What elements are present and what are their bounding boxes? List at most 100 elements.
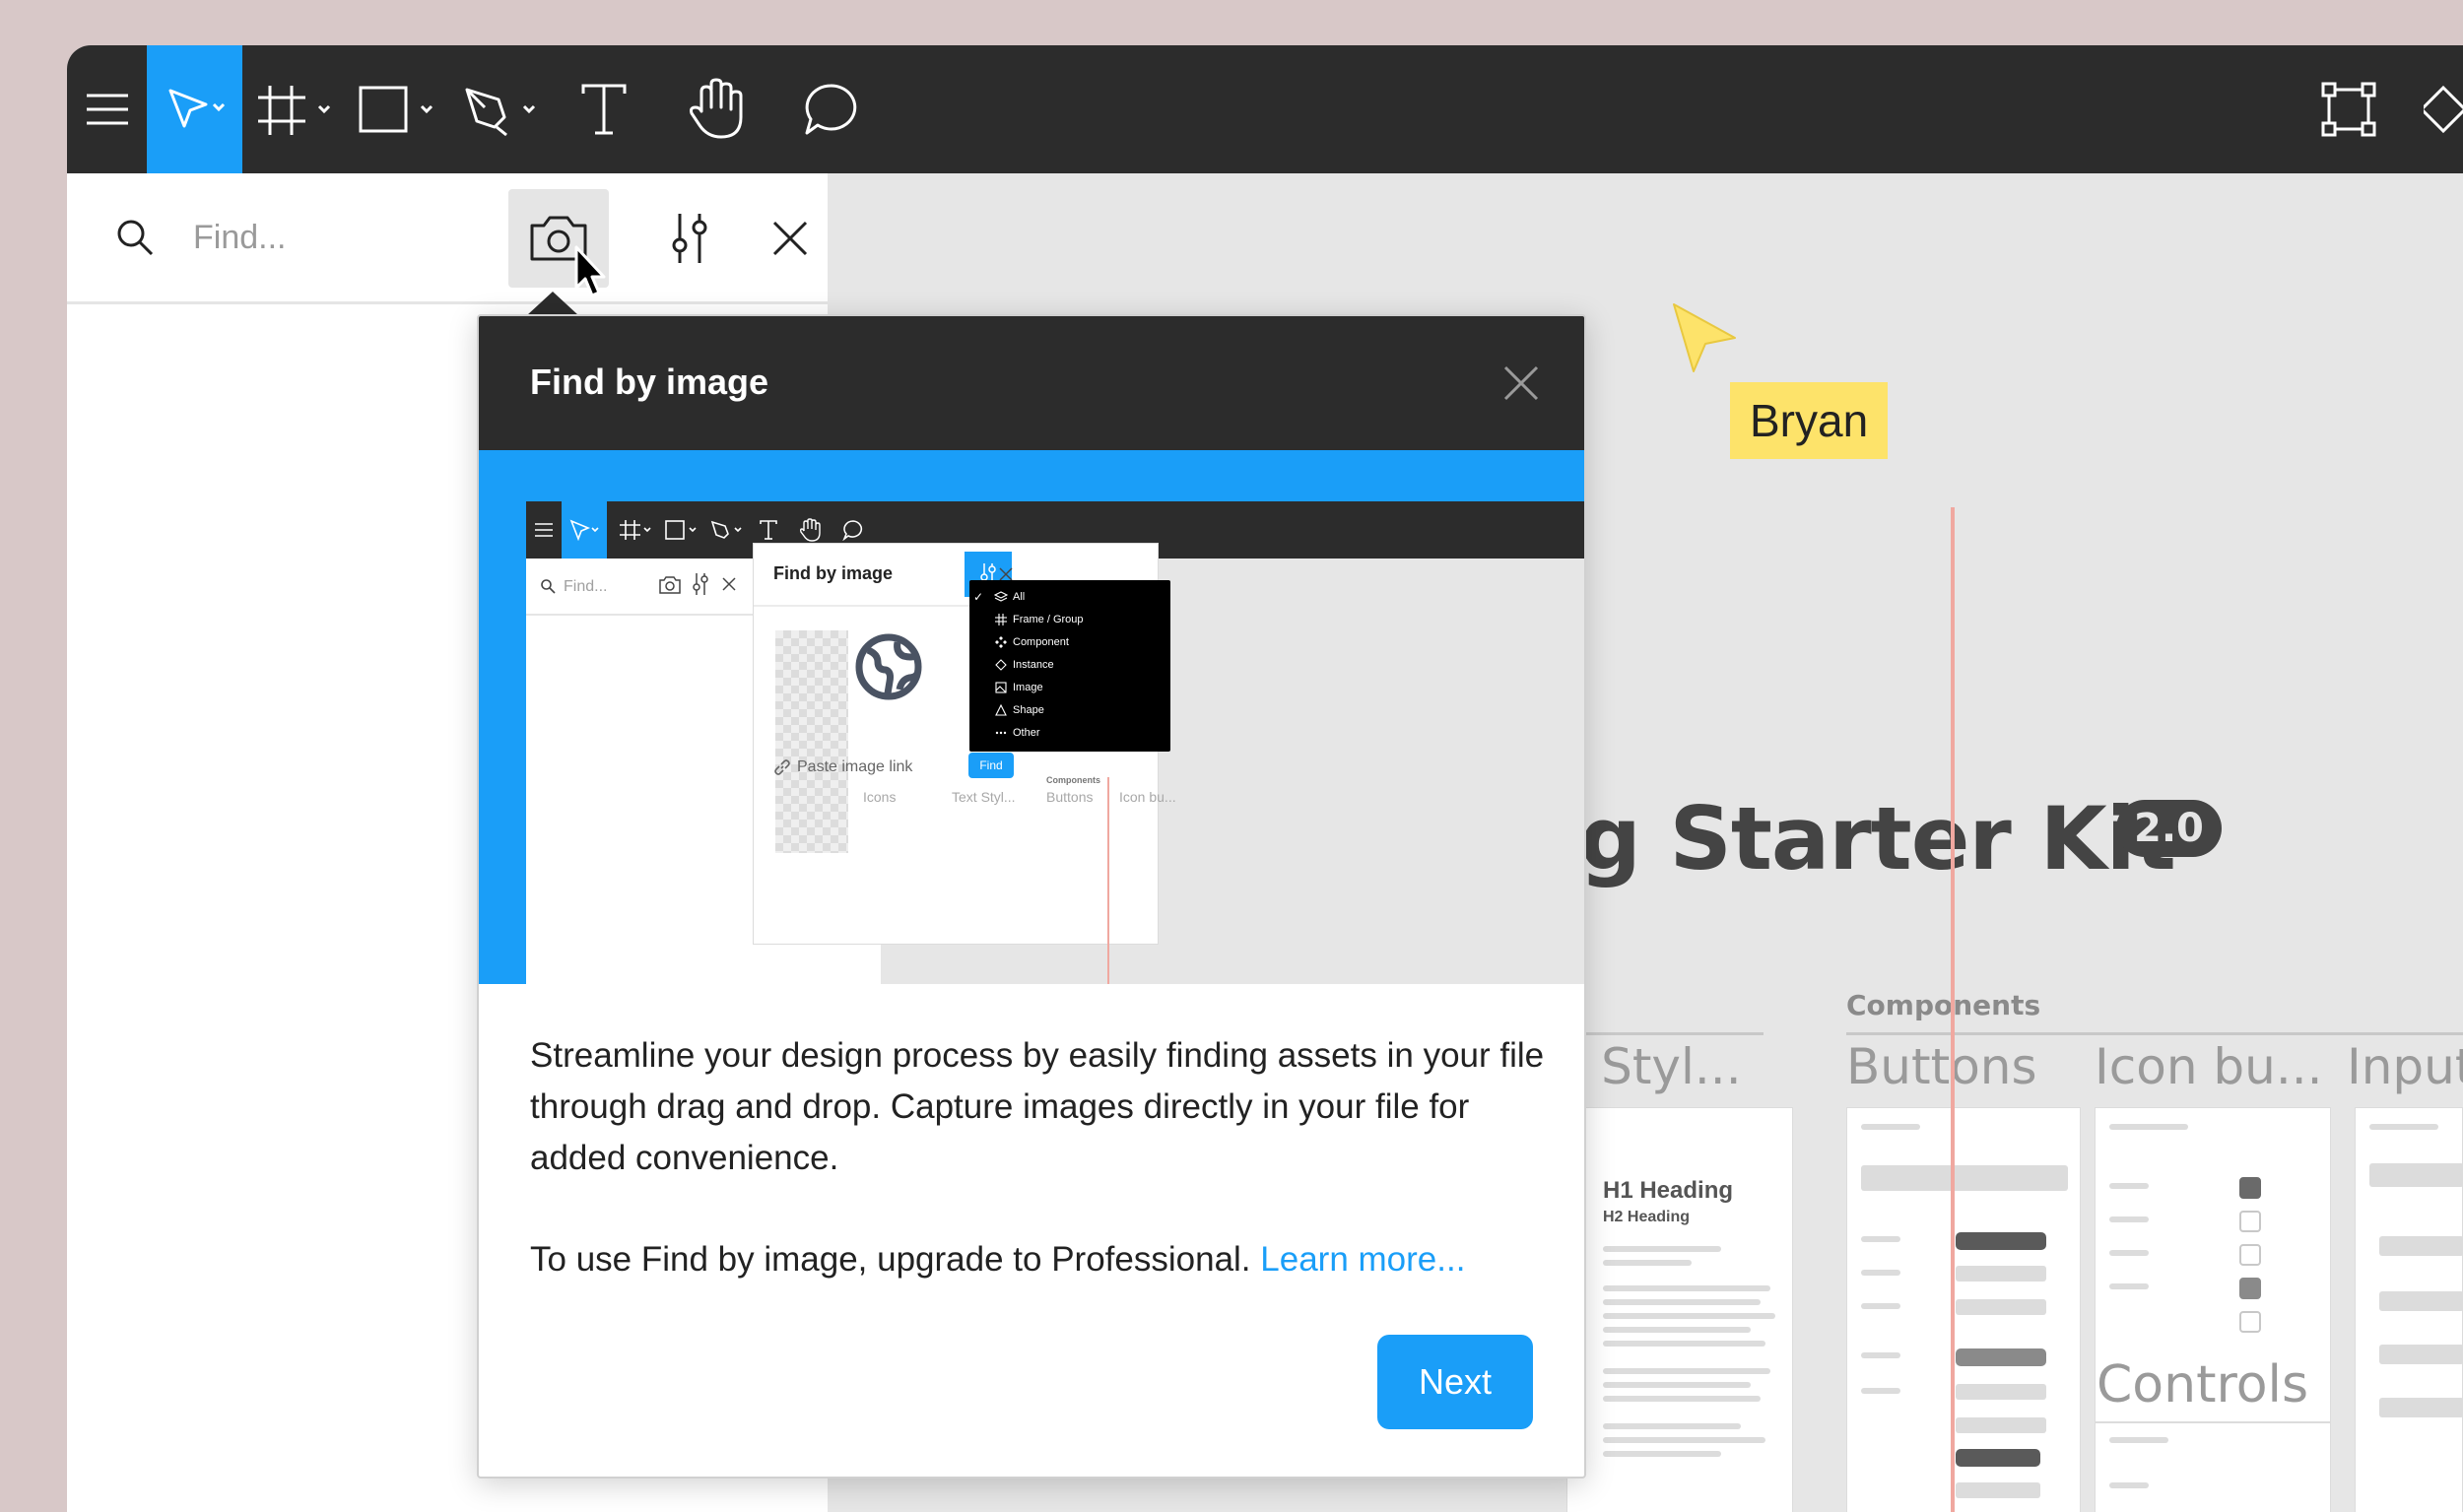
cursor-arrow-icon (168, 89, 225, 128)
icon-button-sample (2239, 1311, 2261, 1333)
preview-menu-item: ✓ All (972, 590, 1026, 604)
preview-camera-icon (659, 576, 681, 594)
preview-canvas-label: Text Styl... (952, 789, 1016, 805)
preview-close-icon (722, 577, 736, 591)
filter-button[interactable] (640, 189, 739, 288)
pen-tool-button[interactable] (447, 45, 550, 173)
preview-components-label: Components (1046, 775, 1100, 785)
preview-menu-item: Image (969, 677, 1170, 698)
kit-title: ing Starter Kit (1490, 788, 2176, 889)
preview-menu-item: Instance (969, 654, 1170, 676)
version-badge: 2.0 (2116, 800, 2222, 857)
modal-description: Streamline your design process by easily… (530, 1036, 1545, 1177)
column-label-input: Input (2347, 1038, 2463, 1095)
close-search-button[interactable] (741, 189, 839, 288)
preview-rectangle-icon (658, 501, 703, 559)
collaborator-name-tag: Bryan (1730, 382, 1889, 459)
guide-line (1951, 507, 1955, 1512)
menu-button[interactable] (67, 45, 148, 173)
preview-paste-link: Paste image link (797, 758, 913, 775)
component-icon (989, 636, 1013, 648)
controls-label: Controls (2097, 1355, 2309, 1414)
preview-find-button: Find (968, 753, 1014, 778)
text-line (1603, 1313, 1775, 1319)
preview-search-icon (541, 579, 556, 594)
frame-icon (989, 614, 1013, 625)
preview-move-icon (562, 501, 607, 559)
button-sample (1956, 1449, 2040, 1467)
preview-find-placeholder: Find... (564, 578, 608, 595)
comment-tool-button[interactable] (776, 45, 885, 173)
preview-menu-icon (526, 501, 562, 559)
upgrade-message: To use Find by image, upgrade to Profess… (530, 1234, 1574, 1285)
pen-icon (465, 88, 536, 137)
preview-menu-item: Shape (969, 699, 1170, 721)
hand-tool-button[interactable] (658, 45, 776, 173)
rectangle-icon (359, 86, 433, 133)
text-line (1603, 1423, 1741, 1429)
preview-screenshot: Find... Find by image Paste image link F… (526, 501, 1584, 984)
search-input[interactable] (193, 213, 489, 262)
column-label-buttons: Buttons (1846, 1038, 2037, 1095)
column-divider (1846, 1032, 2463, 1035)
text-tool-button[interactable] (550, 45, 658, 173)
label-line (2109, 1283, 2149, 1289)
button-sample (1956, 1482, 2040, 1498)
button-sample (1956, 1384, 2046, 1400)
primary-button-sample (1956, 1232, 2046, 1250)
component-icon (2424, 85, 2463, 134)
search-icon (117, 220, 154, 256)
label-line (1861, 1236, 1900, 1242)
sliders-icon (672, 214, 707, 263)
component-tool-button[interactable] (2424, 45, 2463, 173)
comment-icon (805, 84, 857, 135)
card-title-line (1861, 1124, 1920, 1130)
icon-button-sample (2239, 1278, 2261, 1299)
modal-header: Find by image (479, 316, 1584, 450)
preview-guide-line (1107, 777, 1109, 984)
next-button[interactable]: Next (1377, 1335, 1533, 1429)
upgrade-text: To use Find by image, upgrade to Profess… (530, 1240, 1261, 1279)
frame-tool-button[interactable] (242, 45, 345, 173)
shape-tool-button[interactable] (345, 45, 447, 173)
text-line (1603, 1341, 1765, 1347)
controls-card[interactable] (2095, 1422, 2331, 1512)
text-line (1603, 1327, 1751, 1333)
move-tool-button[interactable] (147, 45, 242, 173)
components-section-label: Components (1846, 989, 2041, 1021)
preview-frame-icon (613, 501, 658, 559)
label-line (2109, 1250, 2149, 1256)
mouse-pointer-icon (574, 245, 606, 297)
preview-menu-item: Other (969, 722, 1170, 744)
hamburger-icon (87, 94, 128, 125)
learn-more-link[interactable]: Learn more... (1260, 1240, 1465, 1279)
input-sample (2379, 1291, 2463, 1311)
input-sample (2379, 1398, 2463, 1417)
label-line (1861, 1303, 1900, 1309)
text-line (1603, 1260, 1692, 1266)
preview-menu-item: Component (969, 631, 1170, 653)
secondary-button-sample (1956, 1266, 2046, 1282)
text-line (1603, 1396, 1761, 1402)
link-icon (774, 759, 790, 775)
text-line (1603, 1437, 1765, 1443)
close-icon (1503, 365, 1539, 401)
h2-heading-sample: H2 Heading (1603, 1209, 1691, 1225)
card-title-line (2109, 1437, 2168, 1443)
transform-button[interactable] (2299, 45, 2398, 173)
image-icon (989, 682, 1013, 693)
preview-sliders-icon (693, 573, 708, 595)
preview-canvas-label: Icon bu... (1119, 789, 1176, 805)
buttons-card[interactable] (1846, 1107, 2081, 1512)
layers-icon (989, 591, 1013, 603)
preview-pen-icon (703, 501, 749, 559)
label-line (2109, 1216, 2149, 1222)
modal-close-button[interactable] (1494, 356, 1549, 411)
text-styles-card[interactable]: H1 Heading H2 Heading (1566, 1107, 1793, 1512)
icon-button-sample (2239, 1244, 2261, 1266)
input-sample (2369, 1163, 2463, 1187)
label-line (1861, 1270, 1900, 1276)
input-fields-card[interactable] (2355, 1107, 2463, 1512)
hand-icon (690, 78, 743, 139)
button-sample (1956, 1417, 2046, 1433)
